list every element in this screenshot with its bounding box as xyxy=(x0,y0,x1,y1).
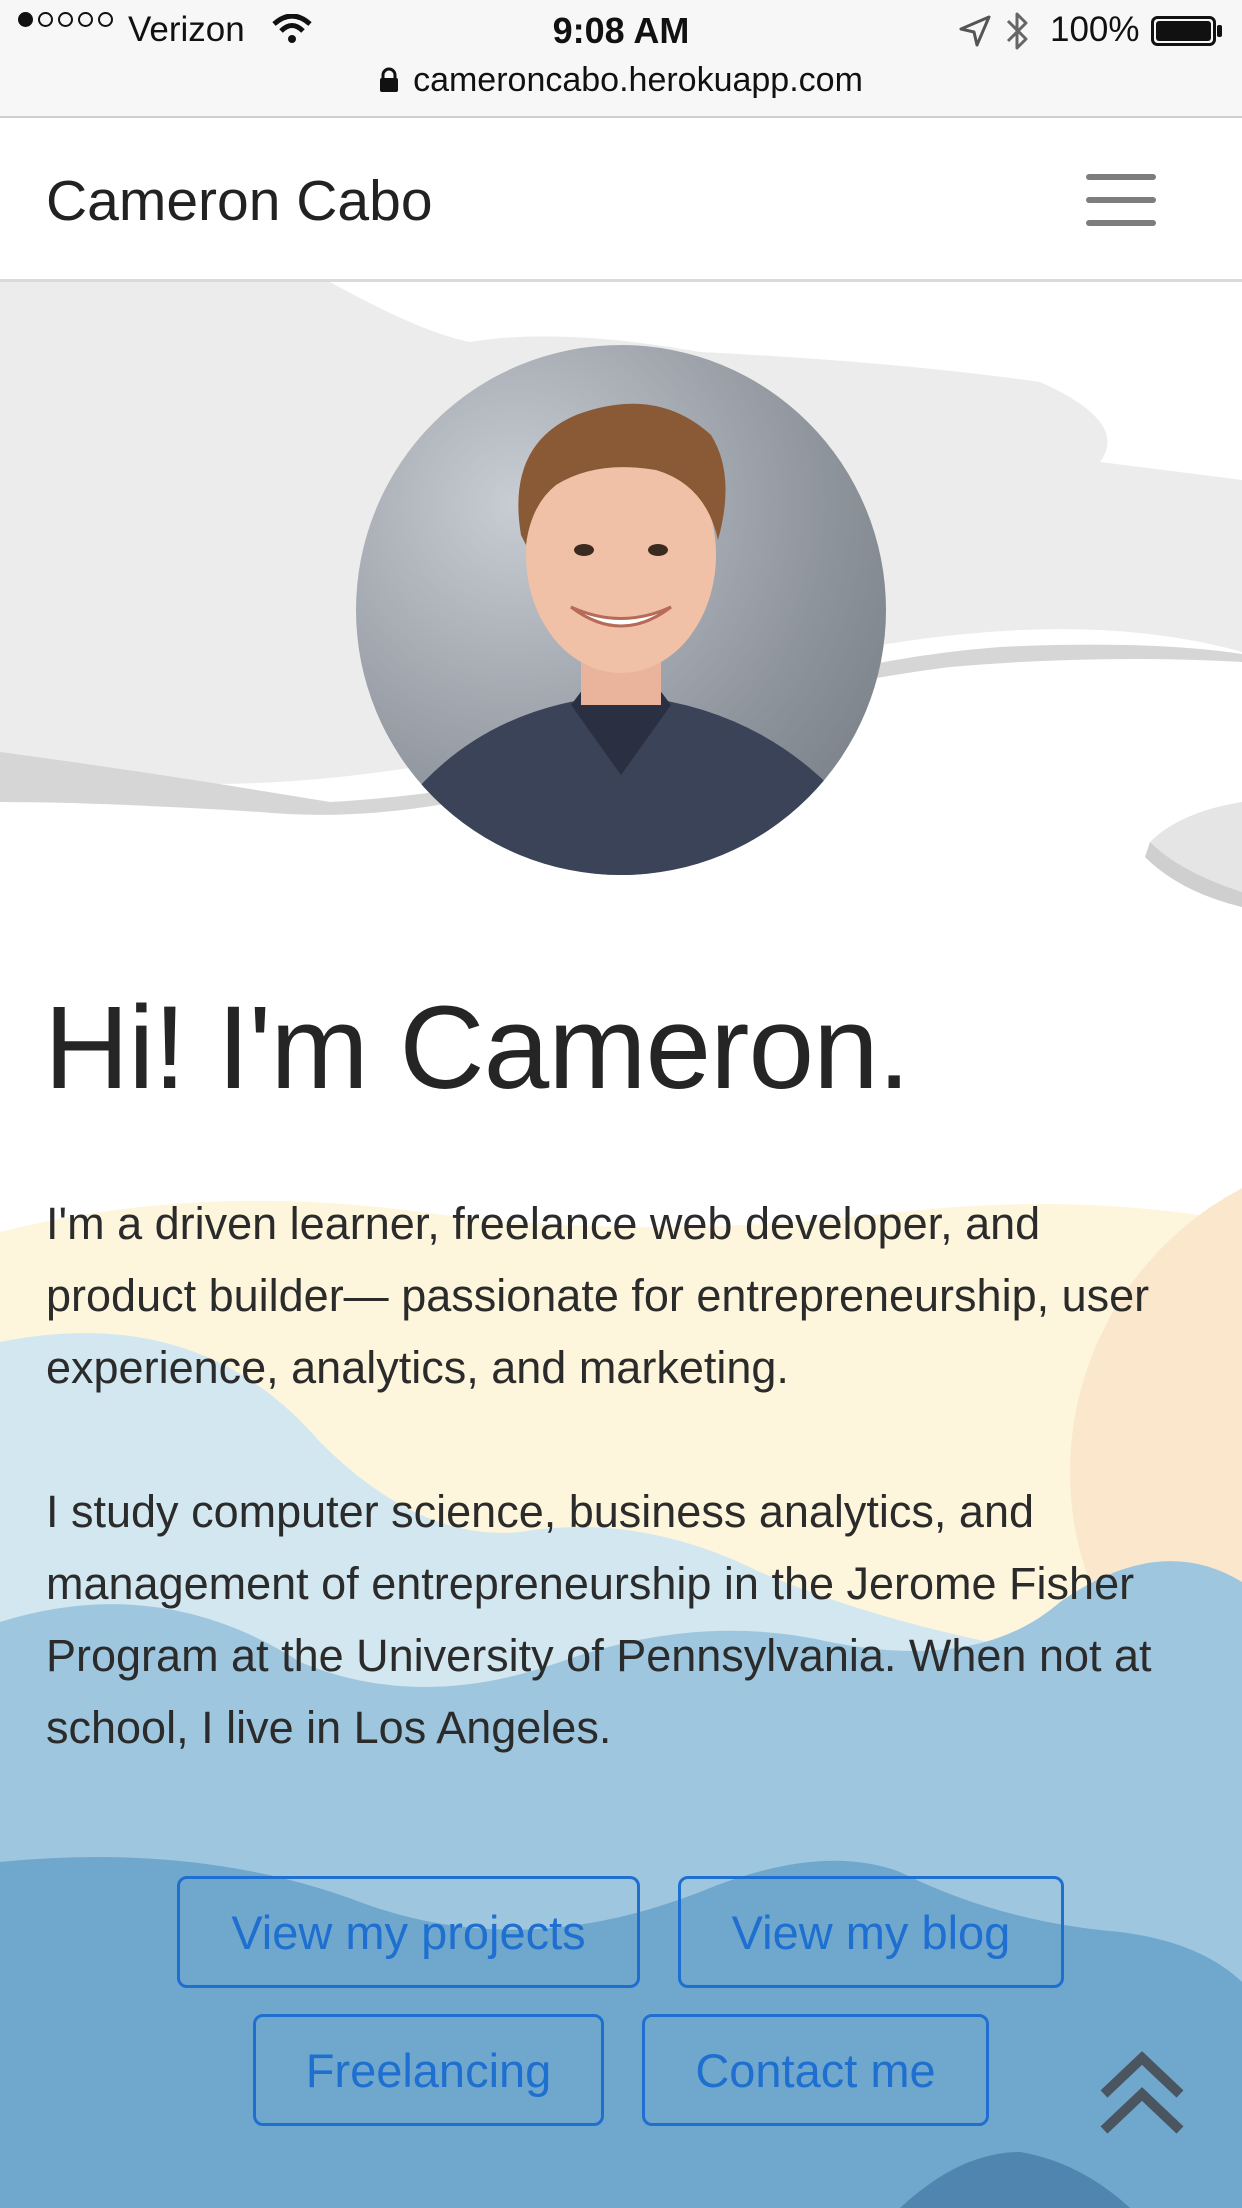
battery-percent: 100% xyxy=(1050,10,1140,49)
lock-icon xyxy=(380,67,399,92)
site-navbar: Cameron Cabo xyxy=(0,118,1242,282)
location-arrow-icon xyxy=(959,15,991,47)
bluetooth-icon xyxy=(1006,12,1028,50)
hero-headline: Hi! I'm Cameron. xyxy=(44,982,910,1114)
portrait-illustration xyxy=(356,403,886,875)
view-blog-button[interactable]: View my blog xyxy=(678,1876,1064,1988)
brand-link[interactable]: Cameron Cabo xyxy=(46,168,433,234)
view-projects-button[interactable]: View my projects xyxy=(177,1876,640,1988)
battery-icon xyxy=(1151,16,1222,46)
address-bar[interactable]: cameroncabo.herokuapp.com xyxy=(0,58,1242,102)
double-chevron-up-icon[interactable] xyxy=(1096,2050,1188,2136)
bio-paragraph-1: I'm a driven learner, freelance web deve… xyxy=(46,1198,1150,1393)
freelancing-button[interactable]: Freelancing xyxy=(253,2014,604,2126)
url-text: cameroncabo.herokuapp.com xyxy=(413,60,863,99)
contact-button[interactable]: Contact me xyxy=(642,2014,989,2126)
hamburger-menu-icon[interactable] xyxy=(1086,174,1156,226)
status-row: Verizon 9:08 AM 100% xyxy=(0,6,1242,54)
profile-avatar xyxy=(356,345,886,875)
ios-status-bar: Verizon 9:08 AM 100% cameroncabo.herokua… xyxy=(0,0,1242,118)
bio-paragraph-2: I study computer science, business analy… xyxy=(46,1486,1152,1753)
